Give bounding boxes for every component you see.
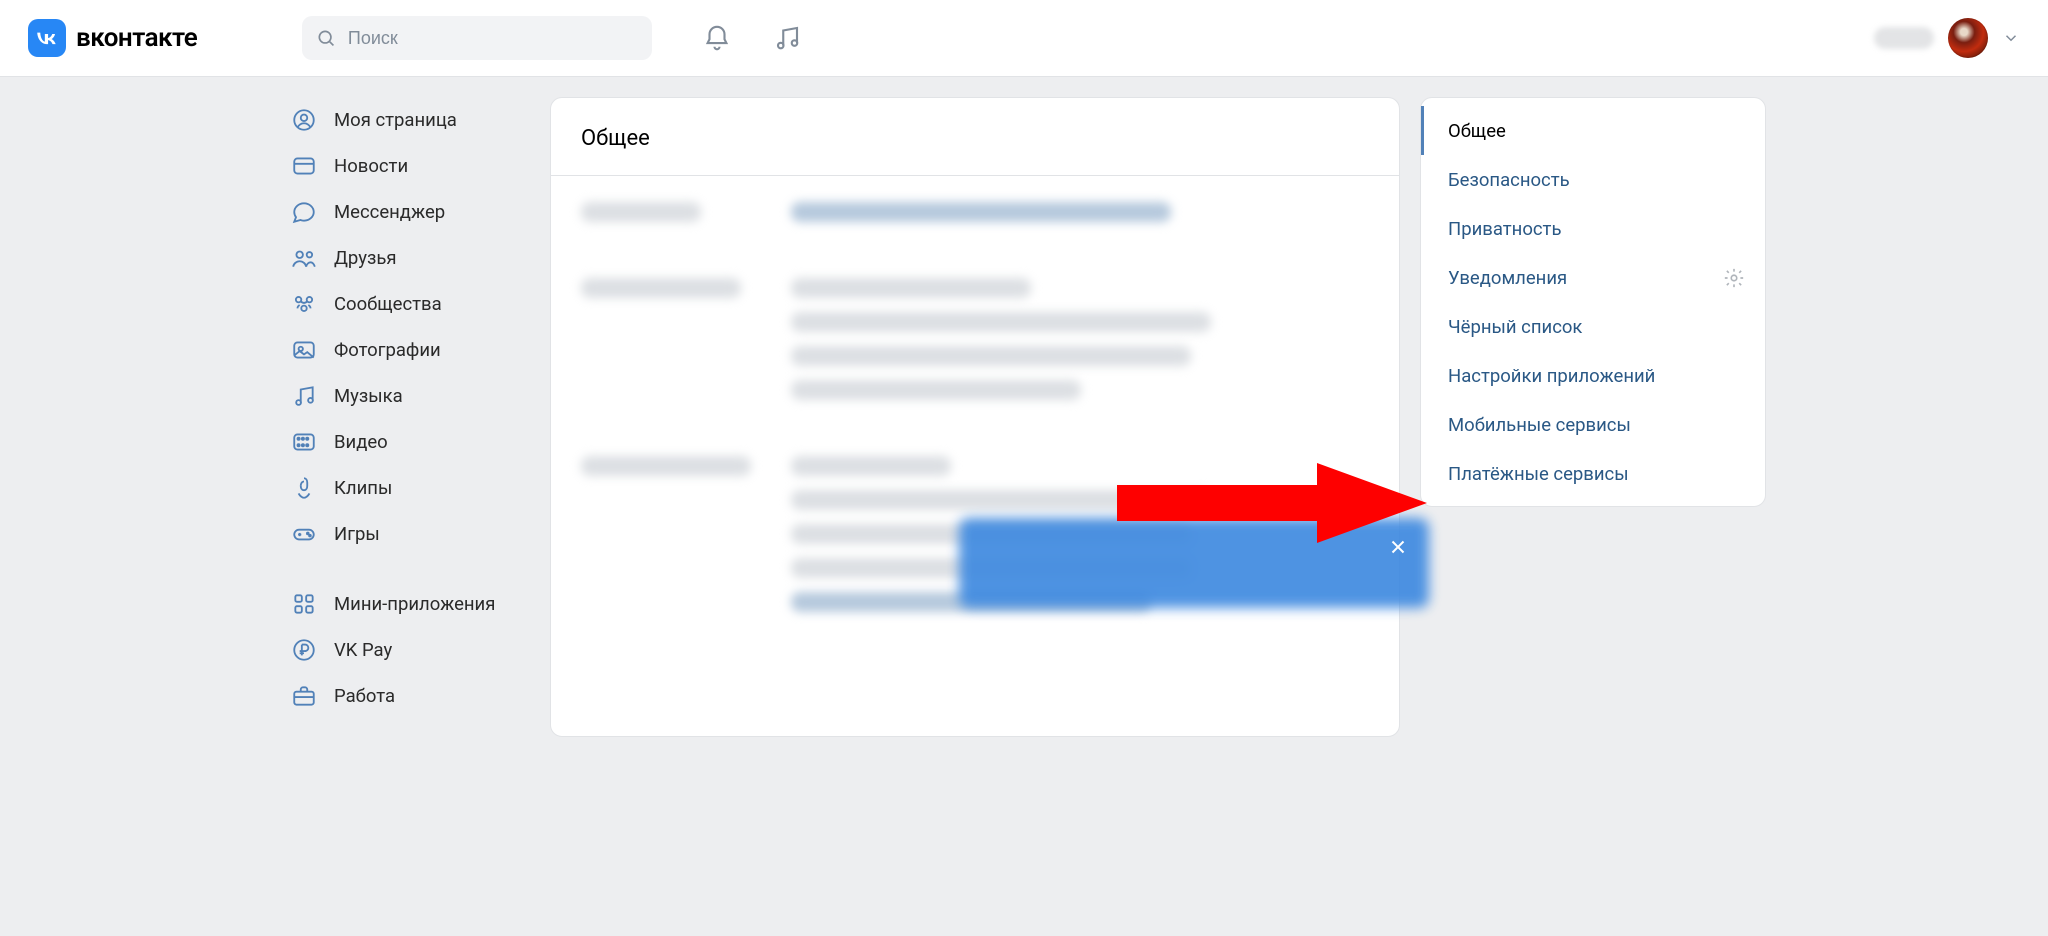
header-quick-icons [702,23,802,53]
nav-label: Мини-приложения [334,593,495,615]
nav-item-photos[interactable]: Фотографии [282,327,530,373]
brand-logo[interactable]: вконтакте [28,19,278,57]
nav-item-my-page[interactable]: Моя страница [282,97,530,143]
nav-item-video[interactable]: Видео [282,419,530,465]
settings-nav-security[interactable]: Безопасность [1421,155,1765,204]
settings-nav-label: Платёжные сервисы [1448,463,1629,485]
search-icon [316,27,336,49]
settings-nav-privacy[interactable]: Приватность [1421,204,1765,253]
nav-separator [282,557,530,581]
account-name-blurred [1874,27,1934,49]
settings-nav-label: Общее [1448,120,1506,142]
settings-nav-app-settings[interactable]: Настройки приложений [1421,351,1765,400]
clip-icon [290,474,318,502]
vk-logo-icon [28,19,66,57]
settings-nav-mobile[interactable]: Мобильные сервисы [1421,400,1765,449]
notification-toast-blurred [959,518,1429,608]
gamepad-icon [290,520,318,548]
nav-label: Мессенджер [334,201,445,223]
nav-item-games[interactable]: Игры [282,511,530,557]
settings-row [581,278,1369,400]
briefcase-icon [290,682,318,710]
settings-row [581,202,1369,222]
chevron-down-icon [2002,29,2020,47]
settings-nav-label: Чёрный список [1448,316,1582,338]
settings-nav-notifications[interactable]: Уведомления [1421,253,1765,302]
nav-item-work[interactable]: Работа [282,673,530,719]
video-icon [290,428,318,456]
nav-item-music[interactable]: Музыка [282,373,530,419]
nav-label: Работа [334,685,395,707]
settings-sidebar: Общее Безопасность Приватность Уведомлен… [1420,97,1766,507]
gear-icon[interactable] [1723,267,1745,289]
ruble-icon [290,636,318,664]
panel-title: Общее [551,98,1399,175]
nav-item-communities[interactable]: Сообщества [282,281,530,327]
settings-nav-label: Мобильные сервисы [1448,414,1631,436]
settings-nav-label: Уведомления [1448,267,1567,289]
brand-name: вконтакте [76,23,197,53]
nav-item-messenger[interactable]: Мессенджер [282,189,530,235]
nav-label: Игры [334,523,380,545]
nav-item-miniapps[interactable]: Мини-приложения [282,581,530,627]
nav-label: Видео [334,431,388,453]
music-icon[interactable] [772,23,802,53]
close-icon [1387,536,1409,558]
account-menu[interactable] [1874,18,2020,58]
settings-nav-label: Приватность [1448,218,1562,240]
app-header: вконтакте [0,0,2048,77]
page-layout: Моя страница Новости Мессенджер Друзья С… [254,77,1794,737]
friends-icon [290,244,318,272]
settings-nav-payment[interactable]: Платёжные сервисы [1421,449,1765,498]
nav-item-news[interactable]: Новости [282,143,530,189]
settings-nav-label: Настройки приложений [1448,365,1655,387]
nav-label: Клипы [334,477,392,499]
search-input[interactable] [346,27,638,50]
nav-item-clips[interactable]: Клипы [282,465,530,511]
nav-label: Музыка [334,385,403,407]
nav-label: Друзья [334,247,397,269]
nav-label: VK Pay [334,639,392,661]
music-note-icon [290,382,318,410]
avatar [1948,18,1988,58]
nav-item-vkpay[interactable]: VK Pay [282,627,530,673]
nav-label: Сообщества [334,293,442,315]
notifications-icon[interactable] [702,23,732,53]
primary-nav: Моя страница Новости Мессенджер Друзья С… [282,97,530,719]
photo-icon [290,336,318,364]
nav-label: Новости [334,155,408,177]
search-box[interactable] [302,16,652,60]
chat-icon [290,198,318,226]
newspaper-icon [290,152,318,180]
nav-label: Фотографии [334,339,441,361]
settings-nav-label: Безопасность [1448,169,1570,191]
settings-nav-blacklist[interactable]: Чёрный список [1421,302,1765,351]
settings-nav-general[interactable]: Общее [1421,106,1765,155]
grid-icon [290,590,318,618]
nav-label: Моя страница [334,109,457,131]
settings-panel: Общее [550,97,1400,737]
communities-icon [290,290,318,318]
user-circle-icon [290,106,318,134]
notification-close-button[interactable] [1381,530,1415,564]
nav-item-friends[interactable]: Друзья [282,235,530,281]
